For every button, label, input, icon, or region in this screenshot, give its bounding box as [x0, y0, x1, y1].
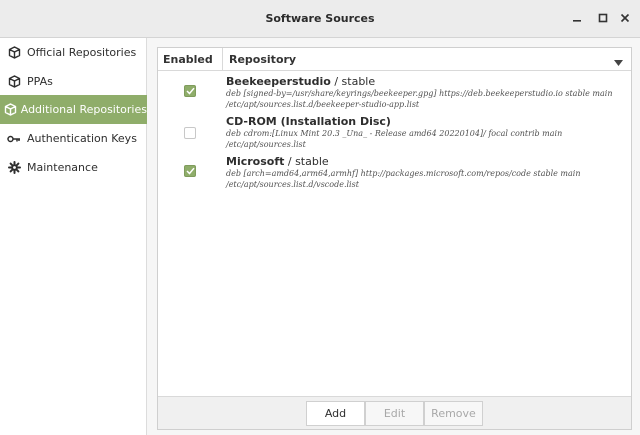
- package-icon: [1, 75, 27, 88]
- column-header-enabled[interactable]: Enabled: [158, 48, 223, 71]
- sidebar-item-label: PPAs: [27, 75, 53, 88]
- close-button[interactable]: [617, 10, 633, 26]
- table-header: Enabled Repository: [158, 48, 631, 71]
- sidebar-item-additional-repositories[interactable]: Additional Repositories: [0, 95, 147, 124]
- repository-name: Microsoft: [226, 155, 285, 168]
- repository-name: CD-ROM (Installation Disc): [226, 115, 391, 128]
- sidebar-item-label: Authentication Keys: [27, 132, 137, 145]
- repository-file-path: /etc/apt/sources.list.d/vscode.list: [226, 180, 359, 189]
- repository-source-line: deb cdrom:[Linux Mint 20.3 _Una_ - Relea…: [226, 129, 563, 138]
- repository-info: Beekeeperstudio / stable deb [signed-by=…: [226, 75, 626, 110]
- sidebar-item-ppas[interactable]: PPAs: [0, 67, 147, 96]
- repository-suite: / stable: [284, 155, 329, 168]
- repository-suite: / stable: [330, 75, 376, 88]
- sidebar-item-label: Maintenance: [27, 161, 98, 174]
- checkmark-icon: [185, 167, 195, 175]
- repository-info: Microsoft / stable deb [arch=amd64,arm64…: [226, 155, 626, 190]
- sidebar-item-label: Additional Repositories: [20, 103, 147, 116]
- add-button[interactable]: Add: [306, 401, 365, 426]
- repository-file-path: /etc/apt/sources.list: [226, 140, 306, 149]
- checkmark-icon: [185, 87, 195, 95]
- remove-button[interactable]: Remove: [424, 401, 483, 426]
- repository-source-line: deb [signed-by=/usr/share/keyrings/beeke…: [226, 89, 613, 98]
- package-icon: [1, 46, 27, 59]
- edit-button[interactable]: Edit: [365, 401, 424, 426]
- title-bar: Software Sources: [0, 0, 640, 38]
- main-content: Enabled Repository Beekeeperstudio / sta…: [147, 38, 640, 435]
- button-bar: Add Edit Remove: [158, 396, 631, 429]
- window-title: Software Sources: [265, 12, 375, 25]
- sidebar-item-authentication-keys[interactable]: Authentication Keys: [0, 124, 147, 153]
- sidebar-item-official-repositories[interactable]: Official Repositories: [0, 38, 147, 67]
- package-icon: [1, 103, 21, 116]
- table-row[interactable]: CD-ROM (Installation Disc) deb cdrom:[Li…: [158, 113, 631, 153]
- enabled-checkbox[interactable]: [184, 165, 196, 177]
- gear-icon: [1, 161, 27, 174]
- repository-file-path: /etc/apt/sources.list.d/beekeeper-studio…: [226, 100, 420, 109]
- enabled-checkbox[interactable]: [184, 127, 196, 139]
- repository-name-line: CD-ROM (Installation Disc): [226, 115, 626, 128]
- repository-name-line: Microsoft / stable: [226, 155, 626, 168]
- maximize-button[interactable]: [595, 10, 611, 26]
- enabled-checkbox[interactable]: [184, 85, 196, 97]
- repository-name: Beekeeperstudio: [226, 75, 331, 88]
- sidebar-item-label: Official Repositories: [27, 46, 137, 59]
- repository-list: Enabled Repository Beekeeperstudio / sta…: [157, 47, 632, 430]
- sidebar-item-maintenance[interactable]: Maintenance: [0, 153, 147, 182]
- sort-arrow-icon[interactable]: [614, 56, 623, 69]
- repository-info: CD-ROM (Installation Disc) deb cdrom:[Li…: [226, 115, 626, 150]
- minimize-icon: [573, 20, 581, 22]
- key-icon: [1, 134, 27, 144]
- repository-source-line: deb [arch=amd64,arm64,armhf] http://pack…: [226, 169, 581, 178]
- maximize-icon: [598, 13, 608, 23]
- table-row[interactable]: Microsoft / stable deb [arch=amd64,arm64…: [158, 153, 631, 193]
- table-row[interactable]: Beekeeperstudio / stable deb [signed-by=…: [158, 73, 631, 113]
- close-icon: [620, 13, 630, 23]
- minimize-button[interactable]: [569, 10, 585, 26]
- sidebar: Official Repositories PPAs Additional Re…: [0, 38, 147, 435]
- column-header-repository[interactable]: Repository: [224, 48, 604, 71]
- repository-name-line: Beekeeperstudio / stable: [226, 75, 626, 88]
